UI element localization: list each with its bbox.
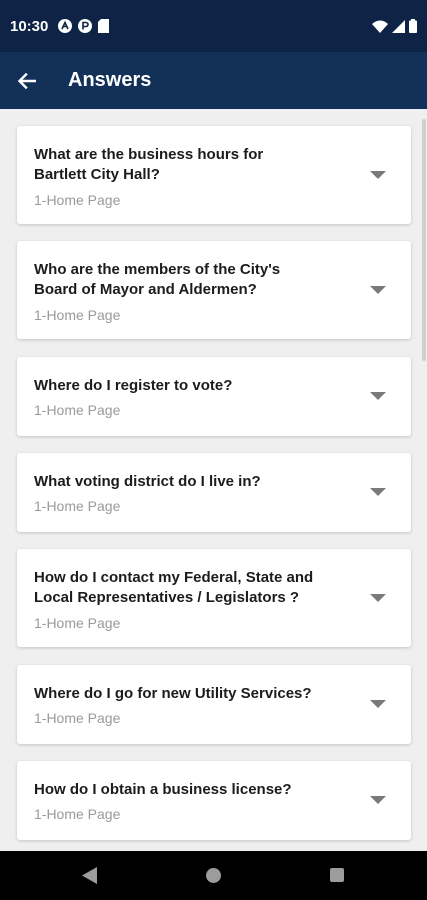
faq-card[interactable]: Who are the members of the City's Board … [17, 241, 411, 339]
faq-category: 1-Home Page [34, 402, 121, 418]
faq-card[interactable]: Where do I register to vote? 1-Home Page [17, 357, 411, 436]
faq-question: Where do I go for new Utility Services? [34, 685, 312, 702]
status-icons-right [372, 19, 417, 33]
scrollbar[interactable] [422, 119, 426, 361]
answers-list[interactable]: What are the business hours for Bartlett… [0, 109, 427, 851]
back-button[interactable] [0, 52, 56, 109]
home-circle-icon[interactable] [206, 868, 221, 883]
battery-icon [409, 19, 417, 33]
chevron-down-icon[interactable] [370, 286, 386, 294]
faq-question: What are the business hours for Bartlett… [34, 146, 264, 183]
faq-category: 1-Home Page [34, 307, 121, 323]
chevron-down-icon[interactable] [370, 594, 386, 602]
circle-a-icon [58, 19, 73, 33]
back-triangle-icon[interactable] [82, 867, 97, 884]
faq-category: 1-Home Page [34, 806, 121, 822]
page-title: Answers [68, 69, 152, 91]
faq-question: Who are the members of the City's Board … [34, 261, 281, 298]
faq-category: 1-Home Page [34, 498, 121, 514]
chevron-down-icon[interactable] [370, 171, 386, 179]
faq-card[interactable]: How do I obtain a business license? 1-Ho… [17, 761, 411, 840]
faq-card[interactable]: Where do I go for new Utility Services? … [17, 665, 411, 744]
chevron-down-icon[interactable] [370, 796, 386, 804]
faq-category: 1-Home Page [34, 710, 121, 726]
arrow-left-icon [18, 72, 36, 89]
faq-card[interactable]: What voting district do I live in? 1-Hom… [17, 453, 411, 532]
status-time: 10:30 [10, 17, 49, 35]
status-bar: 10:30 [0, 0, 427, 52]
faq-card[interactable]: What are the business hours for Bartlett… [17, 126, 411, 224]
sd-card-icon [98, 19, 110, 33]
chevron-down-icon[interactable] [370, 392, 386, 400]
chevron-down-icon[interactable] [370, 488, 386, 496]
app-bar: Answers [0, 52, 427, 109]
faq-card[interactable]: How do I contact my Federal, State and L… [17, 549, 411, 647]
signal-icon [392, 19, 405, 33]
chevron-down-icon[interactable] [370, 700, 386, 708]
faq-question: What voting district do I live in? [34, 473, 261, 490]
wifi-icon [372, 20, 388, 33]
faq-category: 1-Home Page [34, 615, 121, 631]
status-icons-left [58, 19, 110, 33]
faq-category: 1-Home Page [34, 192, 121, 208]
circle-p-icon [78, 19, 93, 33]
faq-question: How do I obtain a business license? [34, 781, 292, 798]
system-nav-bar [0, 851, 427, 900]
faq-question: Where do I register to vote? [34, 377, 233, 394]
faq-question: How do I contact my Federal, State and L… [34, 569, 314, 606]
recents-square-icon[interactable] [330, 868, 344, 882]
